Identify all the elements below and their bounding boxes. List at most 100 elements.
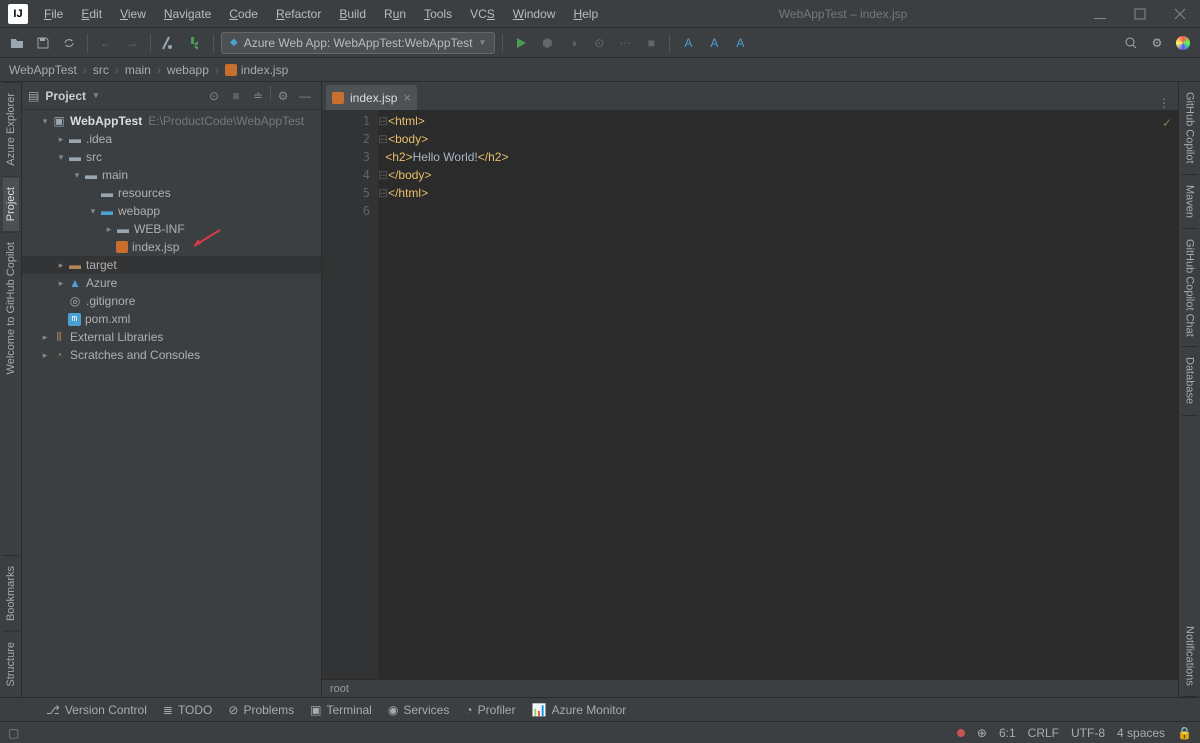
maximize-button[interactable] xyxy=(1120,0,1160,28)
azure-action3-icon[interactable]: A xyxy=(729,32,751,54)
tree-webapp[interactable]: ▾▬webapp xyxy=(22,202,321,220)
rail-structure[interactable]: Structure xyxy=(3,631,19,697)
build-icon[interactable] xyxy=(184,32,206,54)
azure-action1-icon[interactable]: A xyxy=(677,32,699,54)
lock-icon[interactable]: 🔒 xyxy=(1177,726,1192,740)
tree-scratches[interactable]: ▸◔Scratches and Consoles xyxy=(22,346,321,364)
bottom-problems[interactable]: ⊘Problems xyxy=(228,703,294,717)
menu-tools[interactable]: Tools xyxy=(416,4,460,24)
tab-indexjsp[interactable]: index.jsp × xyxy=(326,85,417,110)
tree-indexjsp[interactable]: index.jsp xyxy=(22,238,321,256)
menu-refactor[interactable]: Refactor xyxy=(268,4,329,24)
bottom-todo[interactable]: ≣TODO xyxy=(163,703,213,717)
run-config-selector[interactable]: ◆ Azure Web App: WebAppTest:WebAppTest ▼ xyxy=(221,32,495,54)
code-content[interactable]: ⊟<html> ⊟<body> <h2>Hello World!</h2> ⊟<… xyxy=(378,110,1178,679)
status-eol[interactable]: CRLF xyxy=(1028,726,1059,740)
menu-run[interactable]: Run xyxy=(376,4,414,24)
tree-src[interactable]: ▾▬src xyxy=(22,148,321,166)
hide-panel-icon[interactable]: — xyxy=(295,86,315,106)
bottom-profiler[interactable]: ◔Profiler xyxy=(465,703,515,717)
rail-maven[interactable]: Maven xyxy=(1182,175,1198,229)
rail-database[interactable]: Database xyxy=(1182,347,1198,415)
bottom-terminal[interactable]: ▣Terminal xyxy=(310,703,372,717)
bottom-services[interactable]: ◉Services xyxy=(388,703,450,717)
crumb-project[interactable]: WebAppTest› xyxy=(6,63,90,77)
bottom-azure-monitor[interactable]: 📊Azure Monitor xyxy=(532,703,627,717)
tree-main[interactable]: ▾▬main xyxy=(22,166,321,184)
menu-vcs[interactable]: VCS xyxy=(462,4,503,24)
settings-icon[interactable]: ⚙ xyxy=(1146,32,1168,54)
save-icon[interactable] xyxy=(32,32,54,54)
status-error-icon[interactable] xyxy=(957,729,965,737)
project-tree[interactable]: ▾▣WebAppTestE:\ProductCode\WebAppTest ▸▬… xyxy=(22,110,321,697)
stop-button[interactable]: ■ xyxy=(640,32,662,54)
rail-project[interactable]: Project xyxy=(3,176,19,231)
minimize-button[interactable] xyxy=(1080,0,1120,28)
avatar-icon[interactable] xyxy=(1172,32,1194,54)
tree-target[interactable]: ▸▬target xyxy=(22,256,321,274)
status-position[interactable]: 6:1 xyxy=(999,726,1016,740)
azure-icon: ◆ xyxy=(230,37,238,48)
inspection-ok-icon[interactable]: ✓ xyxy=(1162,116,1172,130)
tree-webinf[interactable]: ▸▬WEB-INF xyxy=(22,220,321,238)
editor-tabs: index.jsp × ⋮ xyxy=(322,82,1178,110)
run-with-icon[interactable] xyxy=(158,32,180,54)
tab-overflow-icon[interactable]: ⋮ xyxy=(1150,96,1178,110)
status-window-icon[interactable]: ▢ xyxy=(8,726,19,740)
code-editor[interactable]: 123456 ⊟<html> ⊟<body> <h2>Hello World!<… xyxy=(322,110,1178,679)
rail-bookmarks[interactable]: Bookmarks xyxy=(3,555,19,631)
tree-ext-libs[interactable]: ▸⦀External Libraries xyxy=(22,328,321,346)
coverage-button[interactable]: ◑ xyxy=(562,32,584,54)
crumb-src[interactable]: src› xyxy=(90,63,122,77)
list-icon: ≣ xyxy=(163,703,173,717)
debug-button[interactable]: ⬢ xyxy=(536,32,558,54)
collapse-all-icon[interactable]: ≐ xyxy=(248,86,268,106)
select-opened-icon[interactable]: ⊙ xyxy=(204,86,224,106)
status-encoding[interactable]: UTF-8 xyxy=(1071,726,1105,740)
right-tool-rail: GitHub Copilot Maven GitHub Copilot Chat… xyxy=(1178,82,1200,697)
azure-monitor-icon: 📊 xyxy=(532,703,547,717)
crumb-webapp[interactable]: webapp› xyxy=(164,63,222,77)
editor-breadcrumb[interactable]: root xyxy=(322,679,1178,697)
tree-resources[interactable]: ▬resources xyxy=(22,184,321,202)
rail-azure-explorer[interactable]: Azure Explorer xyxy=(3,82,19,176)
panel-settings-icon[interactable]: ⚙ xyxy=(273,86,293,106)
menu-build[interactable]: Build xyxy=(331,4,374,24)
menu-help[interactable]: Help xyxy=(565,4,606,24)
profile-button[interactable]: ⊙ xyxy=(588,32,610,54)
sync-icon[interactable] xyxy=(58,32,80,54)
azure-action2-icon[interactable]: A xyxy=(703,32,725,54)
crumb-file[interactable]: index.jsp xyxy=(222,63,291,77)
rail-copilot-welcome[interactable]: Welcome to GitHub Copilot xyxy=(3,231,19,384)
menu-edit[interactable]: Edit xyxy=(73,4,110,24)
close-tab-icon[interactable]: × xyxy=(403,90,411,105)
search-icon[interactable] xyxy=(1120,32,1142,54)
tree-idea[interactable]: ▸▬.idea xyxy=(22,130,321,148)
run-button[interactable] xyxy=(510,32,532,54)
close-button[interactable] xyxy=(1160,0,1200,28)
rail-notifications[interactable]: Notifications xyxy=(1182,616,1198,697)
open-icon[interactable] xyxy=(6,32,28,54)
tree-gitignore[interactable]: ◎.gitignore xyxy=(22,292,321,310)
branch-icon: ⎇ xyxy=(46,703,60,717)
crumb-main[interactable]: main› xyxy=(122,63,164,77)
menu-navigate[interactable]: Navigate xyxy=(156,4,219,24)
status-indent[interactable]: 4 spaces xyxy=(1117,726,1165,740)
back-icon[interactable]: ← xyxy=(95,32,117,54)
tree-pom[interactable]: mpom.xml xyxy=(22,310,321,328)
menu-window[interactable]: Window xyxy=(505,4,564,24)
terminal-icon: ▣ xyxy=(310,703,321,717)
rail-copilot-chat[interactable]: GitHub Copilot Chat xyxy=(1182,229,1198,348)
copilot-status-icon[interactable]: ⊕ xyxy=(977,726,987,740)
expand-all-icon[interactable]: ≡ xyxy=(226,86,246,106)
tree-root[interactable]: ▾▣WebAppTestE:\ProductCode\WebAppTest xyxy=(22,112,321,130)
menu-code[interactable]: Code xyxy=(221,4,266,24)
bottom-vcs[interactable]: ⎇Version Control xyxy=(46,703,147,717)
chevron-down-icon[interactable]: ▼ xyxy=(92,91,100,100)
forward-icon[interactable]: → xyxy=(121,32,143,54)
attach-button[interactable]: ⋯ xyxy=(614,32,636,54)
menu-file[interactable]: File xyxy=(36,4,71,24)
menu-view[interactable]: View xyxy=(112,4,154,24)
tree-azure[interactable]: ▸▲Azure xyxy=(22,274,321,292)
rail-copilot[interactable]: GitHub Copilot xyxy=(1182,82,1198,175)
